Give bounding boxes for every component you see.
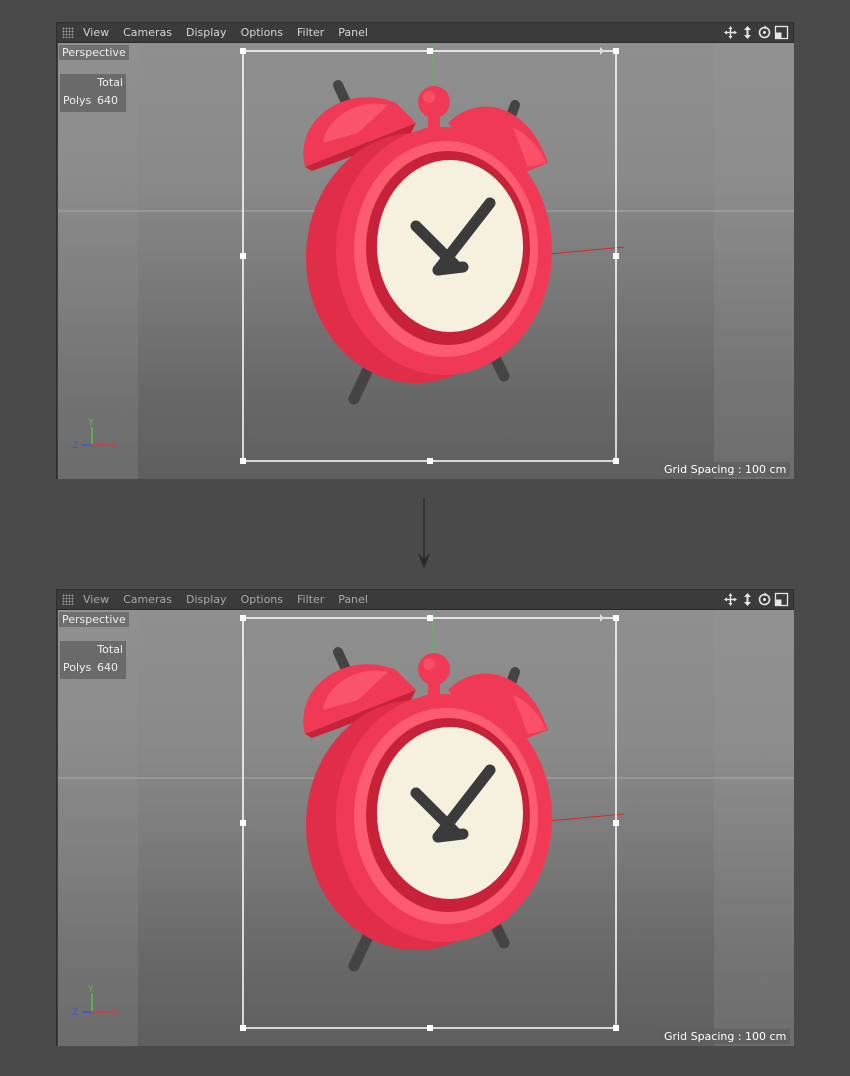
viewport-scene[interactable]: Y Z X Perspective Total Polys 640 Grid S… [58, 43, 794, 479]
stats-polys-value: 640 [97, 661, 118, 674]
stats-polys-value: 640 [97, 94, 118, 107]
rotate-view-icon[interactable] [757, 592, 772, 607]
axis-y-label: Y [87, 985, 94, 995]
viewport-menu: View Cameras Display Options Filter Pane… [83, 23, 382, 43]
move-view-icon[interactable] [723, 592, 738, 607]
menu-view[interactable]: View [83, 23, 109, 43]
scene-canvas: Y Z X [58, 610, 794, 1046]
grid-spacing-readout: Grid Spacing : 100 cm [660, 1029, 790, 1044]
axis-z-label: Z [72, 1008, 78, 1018]
stats-polys-label: Polys [63, 94, 92, 107]
alarm-clock-model [303, 647, 552, 972]
stats-polys-label: Polys [63, 661, 92, 674]
alarm-clock-model [303, 80, 552, 405]
camera-label[interactable]: Perspective [59, 45, 129, 60]
arrow-down-icon [418, 499, 430, 569]
toggle-view-icon[interactable] [774, 25, 789, 40]
scene-canvas: Y Z X [58, 43, 794, 479]
zoom-view-icon[interactable] [740, 25, 755, 40]
menu-panel[interactable]: Panel [338, 590, 368, 610]
viewport-grip-icon[interactable] [62, 594, 74, 605]
viewport-after[interactable]: View Cameras Display Options Filter Pane… [56, 589, 794, 1046]
menu-options[interactable]: Options [241, 23, 283, 43]
toggle-view-icon[interactable] [774, 592, 789, 607]
poly-stats-panel: Total Polys 640 [60, 74, 126, 112]
viewport-scene[interactable]: Y Z X Perspective Total Polys 640 Grid S… [58, 610, 794, 1046]
poly-stats-panel: Total Polys 640 [60, 641, 126, 679]
grid-spacing-readout: Grid Spacing : 100 cm [660, 462, 790, 477]
menu-filter[interactable]: Filter [297, 590, 324, 610]
rotate-view-icon[interactable] [757, 25, 772, 40]
stats-header: Total [97, 76, 123, 89]
viewport-menu: View Cameras Display Options Filter Pane… [83, 590, 382, 610]
axis-y-label: Y [87, 418, 94, 428]
zoom-view-icon[interactable] [740, 592, 755, 607]
menu-filter[interactable]: Filter [297, 23, 324, 43]
menu-display[interactable]: Display [186, 23, 227, 43]
menu-cameras[interactable]: Cameras [123, 590, 172, 610]
viewport-nav-icons [723, 25, 789, 40]
viewport-grip-icon[interactable] [62, 27, 74, 38]
stats-header: Total [97, 643, 123, 656]
menu-options[interactable]: Options [241, 590, 283, 610]
axis-z-label: Z [72, 441, 78, 451]
viewport-nav-icons [723, 592, 789, 607]
menu-cameras[interactable]: Cameras [123, 23, 172, 43]
menu-display[interactable]: Display [186, 590, 227, 610]
viewport-menubar: View Cameras Display Options Filter Pane… [57, 23, 793, 43]
menu-view[interactable]: View [83, 590, 109, 610]
viewport-menubar: View Cameras Display Options Filter Pane… [57, 590, 793, 610]
menu-panel[interactable]: Panel [338, 23, 368, 43]
axis-x-label: X [111, 1008, 117, 1018]
camera-label[interactable]: Perspective [59, 612, 129, 627]
viewport-before[interactable]: View Cameras Display Options Filter Pane… [56, 22, 794, 479]
move-view-icon[interactable] [723, 25, 738, 40]
axis-x-label: X [111, 441, 117, 451]
